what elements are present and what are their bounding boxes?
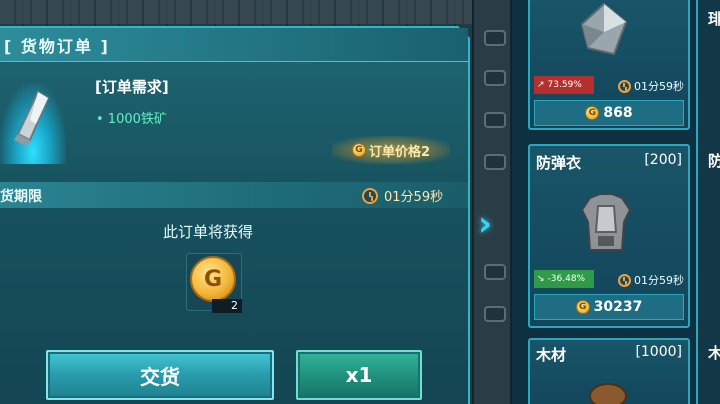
side-card-name: 木 [708,344,720,362]
card-level: [200] [644,152,682,168]
collapse-arrow-icon[interactable]: › [478,204,492,244]
clock-icon [362,187,378,204]
deadline-timer: 01分59秒 [362,186,443,205]
card-price-value: 30237 [593,299,643,315]
gold-coin-icon: G [190,256,236,302]
order-panel [0,26,470,404]
trend-badge: ↘ -36.48% [534,270,594,288]
conveyor-rail [472,0,512,404]
rail-slot [484,112,506,128]
deadline-label: 货期限 [0,189,42,205]
crystal-ore-icon [580,2,628,56]
iron-ore-icon [14,90,50,146]
card-level: [1000] [635,344,682,360]
multiplier-button[interactable]: x1 [296,350,422,400]
side-card-name: 防 [708,152,720,170]
body-armor-icon [580,193,632,251]
card-price-value: 868 [603,105,633,121]
rail-slot [484,306,506,322]
requirement-title: [订单需求] [95,78,169,96]
requirement-item: • 1000铁矿 [96,112,167,127]
card-time-text: 01分59秒 [634,80,684,93]
coin-icon: G [575,300,590,314]
coin-icon: G [585,106,600,120]
card-price: G 868 [534,100,684,126]
card-price: G 30237 [534,294,684,320]
rail-slot [484,154,506,170]
card-name: 木材 [536,346,567,364]
side-card-name: 琲 [708,10,720,28]
card-name: 防弹衣 [536,154,582,172]
rail-slot [484,70,506,86]
background-rail-top [0,0,520,24]
coin-icon: G [351,143,366,157]
order-price-label: 订单价格2 [368,144,431,160]
trend-value: -36.48% [547,274,586,284]
deadline-time-text: 01分59秒 [384,190,444,205]
deliver-button[interactable]: 交货 [46,350,274,400]
card-timer: 01分59秒 [618,78,684,94]
market-card-wood[interactable]: 木材 [1000] [528,338,690,404]
clock-icon [618,79,631,93]
order-panel-title: [ 货物订单 ] [4,37,110,56]
rail-slot [484,264,506,280]
clock-icon [618,273,631,287]
rail-slot [484,30,506,46]
card-timer: 01分59秒 [618,272,684,288]
card-time-text: 01分59秒 [634,274,684,287]
earn-title: 此订单将获得 [163,223,254,241]
market-card-ore[interactable]: ↗ 73.59% 01分59秒 G 868 [528,0,690,130]
trend-badge: ↗ 73.59% [534,76,594,94]
trend-down-icon: ↘ [537,274,545,284]
trend-up-icon: ↗ [537,80,545,90]
order-price-badge: G 订单价格2 [332,136,450,164]
iron-ore-item-slot [0,84,66,164]
market-card-body-armor[interactable]: 防弹衣 [200] ↘ -36.48% 01分59秒 G 30237 [528,144,690,328]
wood-icon [589,383,627,404]
reward-count: 2 [212,299,242,313]
trend-value: 73.59% [547,80,582,90]
